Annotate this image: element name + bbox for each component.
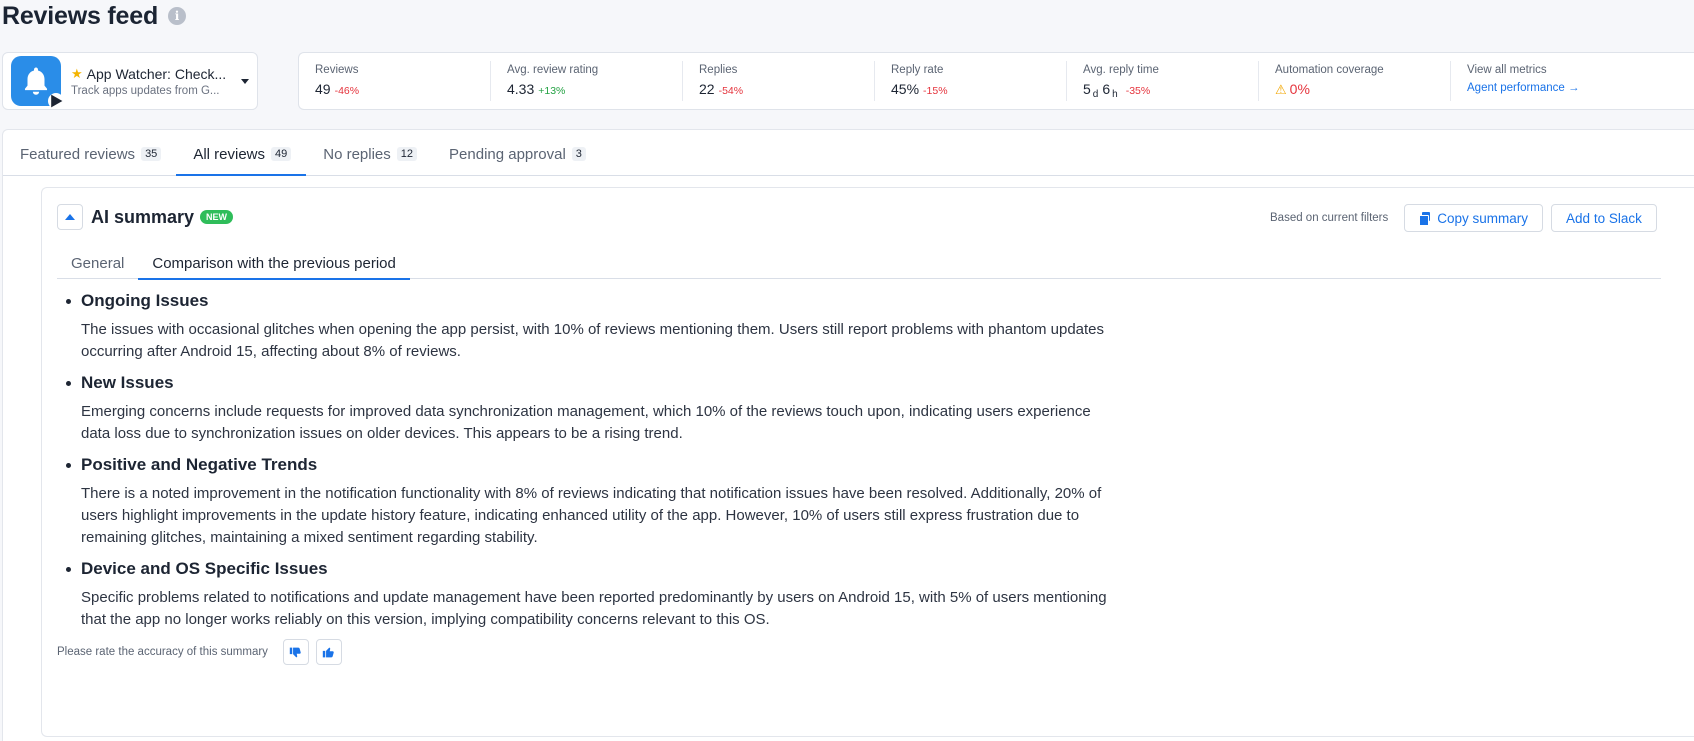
- google-play-icon: [48, 93, 64, 109]
- metric-label: Reviews: [315, 64, 359, 76]
- bullet-icon: [66, 566, 71, 572]
- chevron-up-icon: [65, 214, 75, 220]
- add-to-slack-button[interactable]: Add to Slack: [1551, 204, 1657, 232]
- chevron-down-icon: [241, 78, 249, 84]
- tab-featured-reviews[interactable]: Featured reviews 35: [3, 129, 176, 175]
- tab-label: All reviews: [193, 146, 265, 163]
- tab-no-replies[interactable]: No replies 12: [306, 129, 432, 175]
- thumbs-up-button[interactable]: [315, 639, 342, 665]
- section-body: The issues with occasional glitches when…: [81, 321, 1105, 360]
- section-body: Specific problems related to notificatio…: [81, 589, 1107, 628]
- tab-count: 12: [396, 147, 418, 161]
- app-name: App Watcher: Check...: [86, 65, 227, 82]
- ai-summary-card: AI summary NEW Based on current filters …: [41, 187, 1694, 737]
- metric-replies: Replies 22 -54%: [683, 61, 875, 101]
- copy-icon: [1419, 211, 1431, 226]
- metric-hours: 6: [1102, 81, 1111, 97]
- metric-value: 0%: [1289, 81, 1310, 97]
- new-badge: NEW: [200, 210, 234, 224]
- metric-value: 4.33: [507, 81, 535, 97]
- info-icon[interactable]: i: [168, 7, 187, 25]
- section-title: Positive and Negative Trends: [81, 455, 318, 474]
- metric-value: 22: [699, 81, 715, 97]
- summary-section: Positive and Negative Trends There is a …: [64, 452, 1114, 549]
- section-title: Device and OS Specific Issues: [81, 559, 328, 578]
- metric-days: 5: [1083, 81, 1091, 97]
- metric-value: 45%: [891, 81, 920, 97]
- ai-summary-title: AI summary: [91, 206, 195, 227]
- bullet-icon: [66, 462, 71, 468]
- metric-hours-unit: h: [1112, 89, 1118, 100]
- metric-avg-reply-time: Avg. reply time 5 d 6 h -35%: [1067, 61, 1259, 101]
- metric-delta: +13%: [538, 85, 566, 97]
- summary-section: Ongoing Issues The issues with occasiona…: [64, 288, 1114, 363]
- summary-sub-tabs: General Comparison with the previous per…: [57, 246, 1661, 280]
- metric-delta: -15%: [923, 85, 948, 97]
- summary-section: New Issues Emerging concerns include req…: [64, 370, 1114, 445]
- metric-automation-coverage: Automation coverage ⚠ 0%: [1259, 61, 1451, 101]
- tab-general[interactable]: General: [57, 246, 138, 279]
- tab-pending-approval[interactable]: Pending approval 3: [432, 129, 601, 175]
- tab-all-reviews[interactable]: All reviews 49: [176, 129, 307, 176]
- metric-label: View all metrics: [1467, 64, 1547, 76]
- app-selector[interactable]: ★ App Watcher: Check... Track apps updat…: [2, 52, 258, 110]
- tab-label: Pending approval: [449, 146, 566, 163]
- copy-summary-button[interactable]: Copy summary: [1404, 204, 1544, 232]
- metric-delta: -46%: [334, 85, 360, 97]
- summary-content: Ongoing Issues The issues with occasiona…: [64, 288, 1114, 638]
- tab-count: 3: [571, 147, 586, 161]
- tab-count: 49: [271, 147, 292, 161]
- based-on-filters-text: Based on current filters: [1270, 212, 1389, 224]
- copy-summary-label: Copy summary: [1437, 210, 1529, 226]
- tab-label: Featured reviews: [20, 146, 136, 163]
- metric-value: 49: [315, 81, 331, 97]
- metric-avg-rating: Avg. review rating 4.33 +13%: [491, 61, 683, 101]
- warning-icon: ⚠: [1275, 82, 1287, 97]
- metric-label: Avg. reply time: [1083, 64, 1159, 76]
- rate-summary-row: Please rate the accuracy of this summary: [57, 639, 342, 665]
- section-title: New Issues: [81, 373, 174, 392]
- app-subtitle: Track apps updates from G...: [71, 84, 220, 97]
- ai-summary-header: AI summary NEW: [57, 204, 234, 230]
- tab-comparison[interactable]: Comparison with the previous period: [138, 246, 411, 280]
- metric-label: Replies: [699, 64, 738, 76]
- thumbs-up-icon: [323, 647, 335, 657]
- metric-days-unit: d: [1092, 89, 1099, 100]
- page-title: Reviews feed: [2, 1, 159, 30]
- ai-summary-actions: Based on current filters Copy summary Ad…: [1270, 204, 1657, 232]
- tab-count: 35: [141, 147, 162, 161]
- metric-label: Reply rate: [891, 64, 944, 76]
- tab-label: No replies: [323, 146, 391, 163]
- collapse-button[interactable]: [57, 204, 83, 230]
- thumbs-down-button[interactable]: [282, 639, 309, 665]
- agent-performance-link[interactable]: Agent performance →: [1467, 82, 1643, 94]
- section-body: Emerging concerns include requests for i…: [81, 403, 1091, 442]
- rate-summary-label: Please rate the accuracy of this summary: [57, 646, 268, 658]
- review-tabs: Featured reviews 35 All reviews 49 No re…: [3, 130, 1694, 176]
- metric-delta: -35%: [1125, 85, 1151, 97]
- bullet-icon: [66, 380, 71, 386]
- metric-reply-rate: Reply rate 45% -15%: [875, 61, 1067, 101]
- metric-delta: -54%: [718, 85, 744, 97]
- metric-reviews: Reviews 49 -46%: [299, 61, 491, 101]
- section-body: There is a noted improvement in the noti…: [81, 485, 1102, 546]
- bullet-icon: [66, 298, 71, 304]
- thumbs-down-icon: [290, 647, 302, 657]
- star-icon: ★: [71, 65, 83, 81]
- metrics-bar: Reviews 49 -46% Avg. review rating 4.33 …: [298, 52, 1694, 110]
- page-header: Reviews feed i: [2, 0, 187, 32]
- metric-label: Automation coverage: [1275, 64, 1384, 76]
- metric-view-all: View all metrics Agent performance →: [1451, 61, 1643, 101]
- summary-section: Device and OS Specific Issues Specific p…: [64, 556, 1114, 631]
- bell-icon: [11, 56, 64, 109]
- section-title: Ongoing Issues: [81, 291, 209, 310]
- metric-label: Avg. review rating: [507, 64, 599, 76]
